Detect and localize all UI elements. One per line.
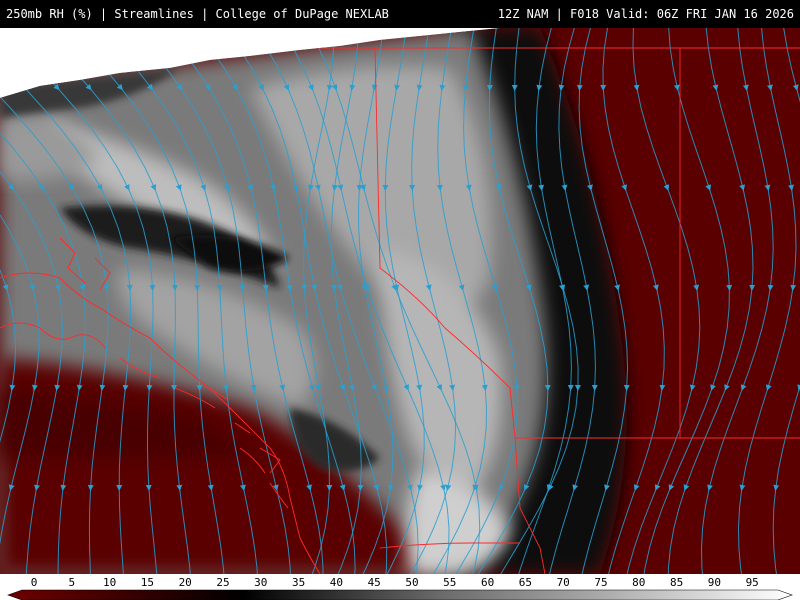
legend-tick-75: 75 xyxy=(594,576,607,589)
legend-tick-40: 40 xyxy=(330,576,343,589)
legend-tick-70: 70 xyxy=(557,576,570,589)
legend-tick-25: 25 xyxy=(216,576,229,589)
rh-map xyxy=(0,28,800,574)
legend-tick-80: 80 xyxy=(632,576,645,589)
legend-tick-95: 95 xyxy=(746,576,759,589)
legend-tick-0: 0 xyxy=(31,576,38,589)
legend-tick-65: 65 xyxy=(519,576,532,589)
model-run-valid-time: 12Z NAM | F018 Valid: 06Z FRI JAN 16 202… xyxy=(497,7,794,21)
legend-tick-60: 60 xyxy=(481,576,494,589)
weather-map-frame: 250mb RH (%) | Streamlines | College of … xyxy=(0,0,800,600)
legend-tick-15: 15 xyxy=(141,576,154,589)
legend-tick-45: 45 xyxy=(368,576,381,589)
legend-scale: 0 5 10 15 20 25 30 35 40 45 50 55 60 65 70 75 80 85 90 95 xyxy=(7,576,793,600)
legend-tick-85: 85 xyxy=(670,576,683,589)
color-legend: 0 5 10 15 20 25 30 35 40 45 50 55 60 65 70 75 80 85 90 95 xyxy=(0,574,800,600)
map-header: 250mb RH (%) | Streamlines | College of … xyxy=(0,0,800,28)
legend-tick-90: 90 xyxy=(708,576,721,589)
legend-tick-5: 5 xyxy=(68,576,75,589)
legend-tick-35: 35 xyxy=(292,576,305,589)
legend-tick-30: 30 xyxy=(254,576,267,589)
legend-tick-10: 10 xyxy=(103,576,116,589)
legend-tick-20: 20 xyxy=(179,576,192,589)
legend-tick-55: 55 xyxy=(443,576,456,589)
product-title: 250mb RH (%) | Streamlines | College of … xyxy=(6,7,389,21)
legend-tick-50: 50 xyxy=(405,576,418,589)
legend-color-bar xyxy=(7,589,793,600)
legend-tick-labels: 0 5 10 15 20 25 30 35 40 45 50 55 60 65 70 75 80 85 90 95 xyxy=(31,576,759,589)
